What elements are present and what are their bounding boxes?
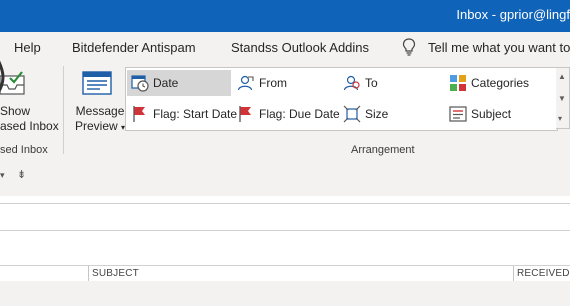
arrange-by-categories[interactable]: Categories [445,70,555,96]
arrange-categories-label: Categories [471,76,530,90]
subject-icon [449,105,467,123]
column-header-subject[interactable]: SUBJECT [92,268,139,279]
message-preview-label-1: Message [75,104,125,118]
quick-access-bar: ▾ ⇟ [0,158,570,196]
column-divider [88,266,89,281]
window-title: Inbox - gprior@lingf [456,7,570,22]
categories-icon [449,74,467,92]
arrange-subject-label: Subject [471,107,512,121]
lightbulb-icon [402,38,416,61]
message-preview-label-2: Preview ▾ [75,119,125,135]
tab-help[interactable]: Help [14,40,41,55]
focused-inbox-group-label: sed Inbox [0,144,48,156]
show-focused-inbox-button[interactable]: Show ased Inbox [0,104,59,134]
divider [0,203,570,204]
group-divider [63,66,64,154]
contact-card-icon [237,74,255,92]
arrange-to-label: To [365,76,378,90]
arrange-by-date[interactable]: Date [127,70,231,96]
arrange-by-size[interactable]: Size [339,101,443,127]
scroll-up-icon[interactable]: ▲ [558,72,566,82]
annotation-arrow [0,60,16,105]
arrangement-group-label: Arrangement [351,144,415,156]
dropdown-arrow-icon[interactable]: ▾ [0,170,5,181]
arrange-by-subject[interactable]: Subject [445,101,555,127]
arrange-flag-due-label: Flag: Due Date [259,107,340,121]
tab-bitdefender-antispam[interactable]: Bitdefender Antispam [72,40,196,55]
scroll-down-icon[interactable]: ▼ [558,94,566,104]
message-preview-button[interactable]: Message Preview ▾ [75,104,125,135]
contact-to-icon [343,74,361,92]
tell-me-search[interactable]: Tell me what you want to [428,40,570,55]
message-preview-label-2-text: Preview [75,119,118,133]
arrange-by-to[interactable]: To [339,70,443,96]
arrange-by-from[interactable]: From [233,70,337,96]
arrange-flag-start-label: Flag: Start Date [153,107,238,121]
gallery-scrollbar[interactable]: ▲ ▼ ▾ [556,67,570,129]
arrange-by-flag-due-date[interactable]: Flag: Due Date [233,101,340,127]
arrange-from-label: From [259,76,287,90]
arrangement-gallery: Date From To Categories Flag: Start Date… [125,67,558,131]
tab-standss-outlook-addins[interactable]: Standss Outlook Addins [231,40,369,55]
customize-toolbar-icon[interactable]: ⇟ [17,168,26,181]
message-list-group-strip [0,281,570,306]
red-flag-due-icon [237,105,255,123]
show-focused-label-1: Show [0,104,31,118]
arrange-by-flag-start-date[interactable]: Flag: Start Date [127,101,237,127]
size-icon [343,105,361,123]
arrange-date-label: Date [153,76,179,90]
column-divider [513,266,514,281]
arrange-size-label: Size [365,107,389,121]
show-focused-label-2: ased Inbox [0,119,59,133]
divider [0,230,570,231]
column-header-top-border [0,265,570,266]
column-header-received[interactable]: RECEIVED [517,268,570,279]
calendar-clock-icon [131,74,149,92]
red-flag-icon [131,105,149,123]
title-bar: Inbox - gprior@lingf [0,0,570,32]
gallery-more-icon[interactable]: ▾ [558,114,562,124]
message-preview-icon[interactable] [82,71,112,102]
